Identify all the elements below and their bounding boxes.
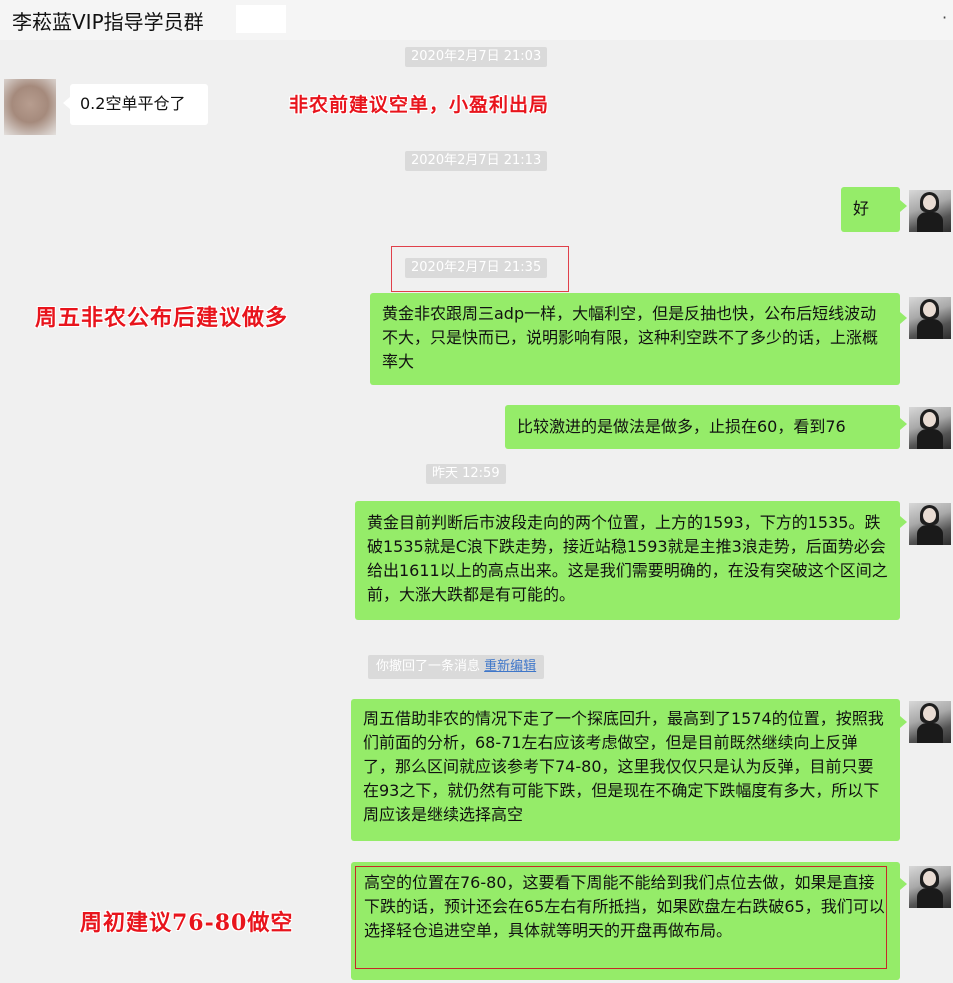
timestamp: 2020年2月7日 21:35 [405, 258, 548, 278]
avatar[interactable] [909, 503, 951, 545]
bubble-tail [900, 200, 907, 212]
annotation-text: 周五非农公布后建议做多 [35, 305, 289, 331]
recall-notice: 你撤回了一条消息 重新编辑 [368, 655, 545, 679]
bubble-tail [900, 418, 907, 430]
redacted-title-suffix [236, 5, 286, 33]
avatar[interactable] [909, 407, 951, 449]
timestamp: 昨天 12:59 [426, 464, 506, 484]
avatar[interactable] [909, 297, 951, 339]
recall-text: 你撤回了一条消息 [376, 659, 481, 674]
avatar[interactable] [909, 866, 951, 908]
bubble-tail [63, 97, 70, 109]
message-text: 0.2空单平仓了 [80, 94, 186, 113]
message-text: 好 [853, 199, 870, 218]
avatar[interactable] [4, 79, 56, 135]
timestamp: 2020年2月7日 21:13 [405, 151, 548, 171]
bubble-tail [900, 716, 907, 728]
message-bubble[interactable]: 黄金非农跟周三adp一样，大幅利空，但是反抽也快，公布后短线波动不大，只是快而已… [370, 293, 900, 385]
bubble-tail [900, 878, 907, 890]
chat-header: 李菘蓝VIP指导学员群 · [0, 0, 953, 40]
avatar[interactable] [909, 701, 951, 743]
message-text: 比较激进的是做法是做多，止损在60，看到76 [517, 417, 846, 436]
message-text: 周五借助非农的情况下走了一个探底回升，最高到了1574的位置，按照我们前面的分析… [363, 709, 884, 824]
message-bubble[interactable]: 比较激进的是做法是做多，止损在60，看到76 [505, 405, 900, 449]
more-options-icon[interactable]: · [942, 8, 947, 27]
bubble-tail [900, 516, 907, 528]
re-edit-link[interactable]: 重新编辑 [484, 659, 536, 674]
message-text: 黄金非农跟周三adp一样，大幅利空，但是反抽也快，公布后短线波动不大，只是快而已… [382, 304, 879, 371]
highlight-box [355, 866, 887, 969]
message-bubble[interactable]: 0.2空单平仓了 [70, 84, 208, 125]
annotation-text: 周初建议76-80做空 [80, 910, 294, 936]
avatar[interactable] [909, 190, 951, 232]
message-bubble[interactable]: 好 [841, 187, 900, 232]
bubble-tail [900, 312, 907, 324]
chat-title[interactable]: 李菘蓝VIP指导学员群 [12, 6, 204, 35]
message-bubble[interactable]: 黄金目前判断后市波段走向的两个位置，上方的1593，下方的1535。跌破1535… [355, 501, 900, 620]
message-bubble[interactable]: 周五借助非农的情况下走了一个探底回升，最高到了1574的位置，按照我们前面的分析… [351, 699, 900, 841]
annotation-text: 非农前建议空单，小盈利出局 [289, 94, 550, 116]
timestamp: 2020年2月7日 21:03 [405, 47, 548, 67]
message-text: 黄金目前判断后市波段走向的两个位置，上方的1593，下方的1535。跌破1535… [367, 513, 888, 604]
